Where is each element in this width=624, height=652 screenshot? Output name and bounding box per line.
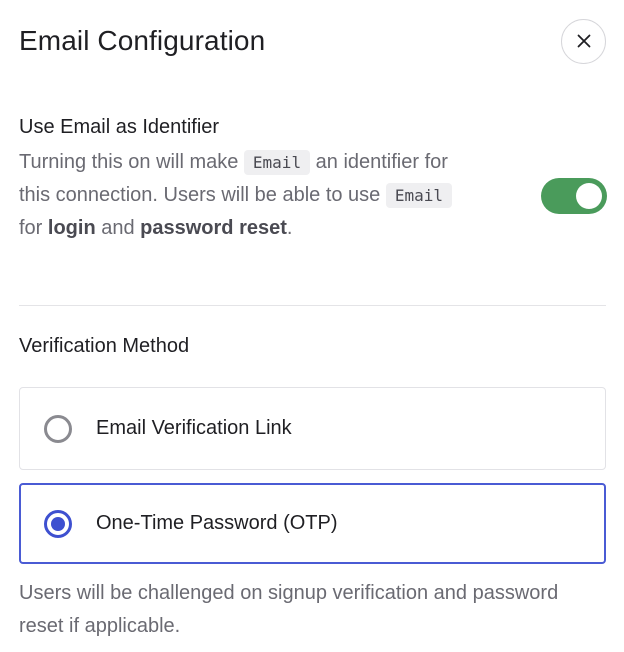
verification-note: Users will be challenged on signup verif… xyxy=(19,582,559,637)
option-label: Email Verification Link xyxy=(96,417,292,439)
page-title: Email Configuration xyxy=(19,25,266,56)
desc-text: for xyxy=(19,217,48,239)
desc-text: and xyxy=(95,217,141,239)
radio-email-verification-link[interactable] xyxy=(44,414,72,443)
desc-text: Turning this on will make xyxy=(19,151,244,173)
code-email-1: Email xyxy=(243,150,311,175)
toggle-knob xyxy=(576,182,602,209)
radio-one-time-password[interactable] xyxy=(44,509,72,538)
identifier-desc-row: Turning this on will make Email an ident… xyxy=(19,146,607,245)
option-label: One-Time Password (OTP) xyxy=(96,512,338,534)
radio-selected-dot xyxy=(51,516,65,531)
bold-login: login xyxy=(47,217,96,239)
email-identifier-toggle[interactable] xyxy=(541,177,607,214)
bold-password-reset: password reset xyxy=(140,217,287,239)
desc-text: . xyxy=(286,217,293,239)
email-configuration-panel: Email Configuration Use Email as Identif… xyxy=(0,0,624,652)
option-email-verification-link[interactable]: Email Verification Link xyxy=(19,387,606,470)
identifier-description: Turning this on will make Email an ident… xyxy=(19,146,459,245)
code-email-2: Email xyxy=(385,183,453,208)
close-icon xyxy=(577,34,590,48)
close-button[interactable] xyxy=(561,18,606,64)
divider xyxy=(19,305,606,306)
option-one-time-password[interactable]: One-Time Password (OTP) xyxy=(19,483,606,564)
verification-method-title: Verification Method xyxy=(19,335,190,357)
header: Email Configuration xyxy=(19,18,606,64)
identifier-section: Use Email as Identifier Turning this on … xyxy=(19,112,607,245)
identifier-title: Use Email as Identifier xyxy=(19,116,220,138)
